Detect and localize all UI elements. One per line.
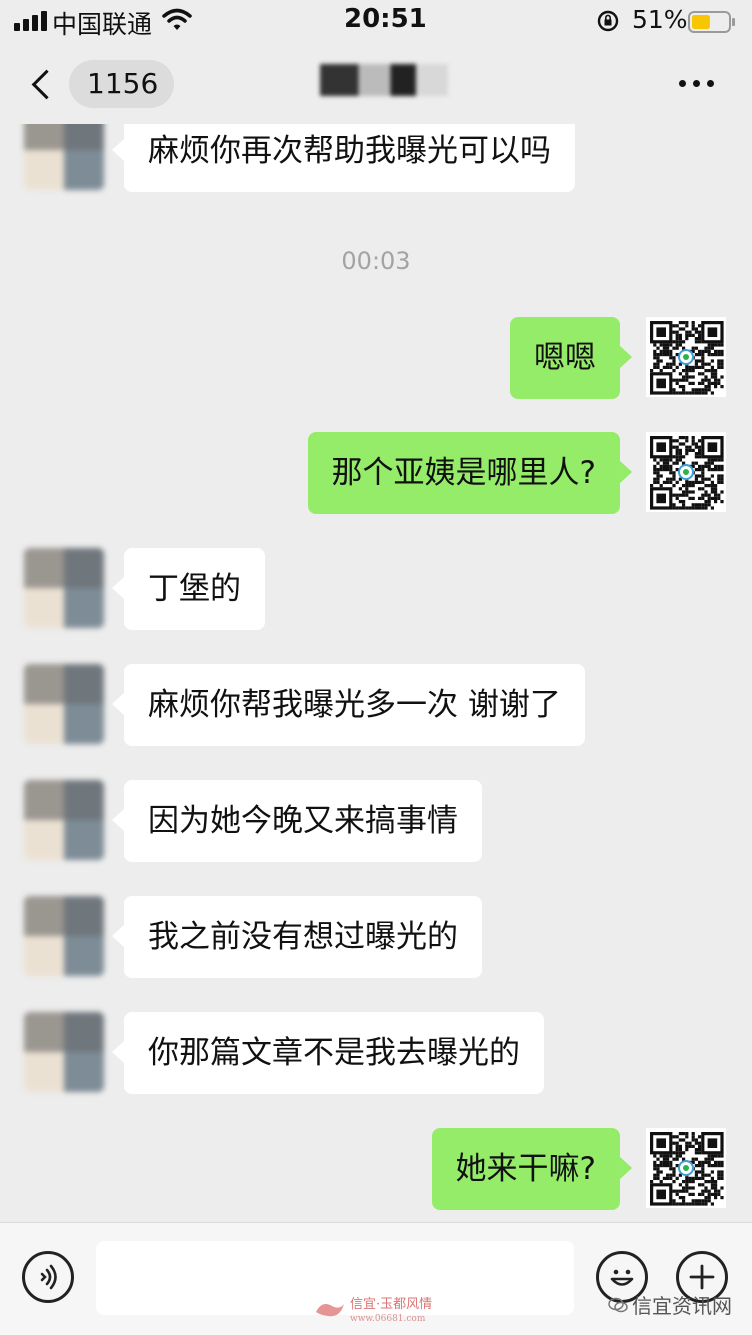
chat-message-list[interactable]: 麻烦你再次帮助我曝光可以吗 00:03 嗯嗯 那个亚姨是哪里人? 丁堡的 麻烦你…: [0, 124, 752, 1222]
message-bubble-incoming[interactable]: 你那篇文章不是我去曝光的: [112, 1012, 544, 1094]
my-avatar[interactable]: [646, 432, 726, 512]
message-timestamp: 00:03: [341, 247, 411, 275]
chevron-left-icon: [31, 69, 62, 99]
my-avatar[interactable]: [646, 1128, 726, 1208]
account-name: 信宜资讯网: [632, 1294, 732, 1318]
back-button[interactable]: 1156: [26, 60, 175, 108]
contact-avatar[interactable]: [24, 664, 104, 744]
message-bubble-incoming[interactable]: 麻烦你再次帮助我曝光可以吗: [112, 124, 575, 192]
message-row: 麻烦你再次帮助我曝光可以吗: [0, 124, 752, 192]
message-bubble-outgoing[interactable]: 嗯嗯: [510, 317, 632, 399]
rotation-lock-icon: [596, 9, 620, 40]
message-bubble-incoming[interactable]: 因为她今晚又来搞事情: [112, 780, 482, 862]
chat-title-redacted: [320, 64, 448, 96]
voice-icon: [40, 1264, 57, 1290]
contact-avatar[interactable]: [24, 1012, 104, 1092]
battery-icon: [688, 10, 736, 33]
message-bubble-incoming[interactable]: 我之前没有想过曝光的: [112, 896, 482, 978]
site-url: www.06681.com: [350, 1314, 426, 1324]
status-bar: 中国联通 20:51 51%: [0, 0, 752, 40]
contact-avatar[interactable]: [24, 124, 104, 190]
wechat-icon: [608, 1297, 628, 1312]
contact-avatar[interactable]: [24, 780, 104, 860]
message-bubble-incoming[interactable]: 麻烦你帮我曝光多一次 谢谢了: [112, 664, 585, 746]
cellular-signal-icon: [14, 11, 47, 31]
account-watermark: 信宜资讯网: [608, 1290, 732, 1319]
message-row: 我之前没有想过曝光的: [0, 896, 752, 978]
message-row: 那个亚姨是哪里人?: [0, 432, 752, 514]
ellipsis-icon: [679, 80, 686, 87]
voice-button[interactable]: [22, 1251, 74, 1303]
message-row: 因为她今晚又来搞事情: [0, 780, 752, 862]
message-bubble-outgoing[interactable]: 那个亚姨是哪里人?: [307, 432, 633, 514]
message-row: 你那篇文章不是我去曝光的: [0, 1012, 752, 1094]
carrier-name: 中国联通: [52, 10, 153, 39]
message-row: 嗯嗯: [0, 317, 752, 399]
wifi-icon: [162, 8, 192, 39]
message-bubble-outgoing[interactable]: 她来干嘛?: [431, 1128, 633, 1210]
nav-bar: 1156: [0, 48, 752, 124]
contact-avatar[interactable]: [24, 548, 104, 628]
contact-avatar[interactable]: [24, 896, 104, 976]
site-watermark: 信宜·玉都风情 www.06681.com: [350, 1298, 432, 1326]
more-button[interactable]: [679, 80, 714, 87]
my-avatar[interactable]: [646, 317, 726, 397]
site-name: 信宜·玉都风情: [350, 1297, 433, 1312]
site-logo-watermark: [312, 1298, 346, 1322]
message-row: 丁堡的: [0, 548, 752, 630]
message-row: 她来干嘛?: [0, 1128, 752, 1210]
unread-count-badge: 1156: [69, 60, 175, 108]
message-row: 麻烦你帮我曝光多一次 谢谢了: [0, 664, 752, 746]
battery-percent: 51%: [632, 5, 688, 34]
message-bubble-incoming[interactable]: 丁堡的: [112, 548, 265, 630]
status-time: 20:51: [344, 4, 427, 34]
